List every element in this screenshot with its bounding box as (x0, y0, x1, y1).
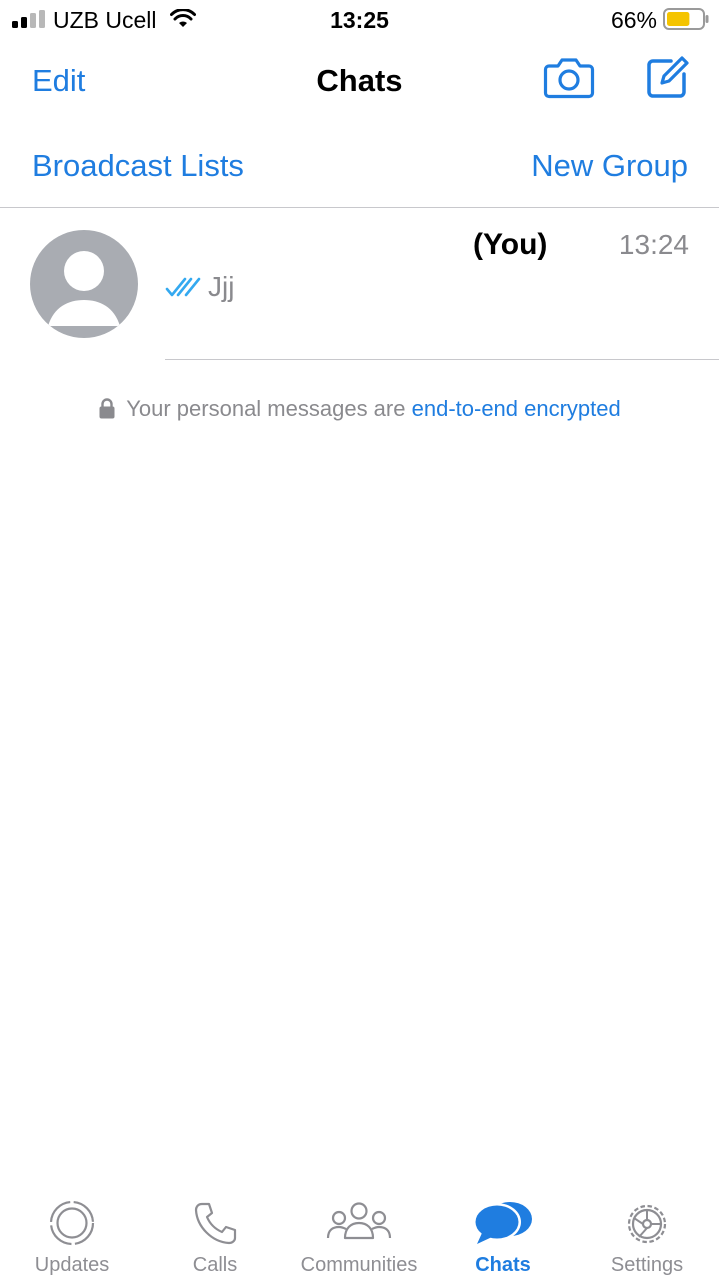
tab-chats[interactable]: Chats (431, 1190, 575, 1280)
divider (165, 359, 719, 360)
tab-label: Communities (300, 1254, 418, 1276)
tab-label: Updates (34, 1254, 110, 1276)
edit-button[interactable]: Edit (32, 63, 85, 99)
encryption-link[interactable]: end-to-end encrypted (412, 396, 621, 421)
default-avatar-icon (30, 230, 138, 338)
gear-icon (627, 1204, 667, 1244)
tab-label: Calls (192, 1254, 238, 1276)
battery-percent: 66% (610, 7, 657, 33)
tab-label: Chats (475, 1254, 531, 1276)
tab-updates[interactable]: Updates (0, 1190, 144, 1280)
phone-icon (194, 1202, 237, 1245)
tab-settings[interactable]: Settings (575, 1190, 719, 1280)
status-bar: UZB Ucell 13:25 66% (0, 0, 719, 40)
double-check-icon (165, 277, 201, 297)
camera-icon[interactable] (543, 56, 595, 100)
new-group-button[interactable]: New Group (531, 148, 688, 184)
broadcast-lists-button[interactable]: Broadcast Lists (32, 148, 244, 184)
encryption-notice: Your personal messages are end-to-end en… (0, 396, 719, 422)
chat-bubbles-icon (473, 1202, 532, 1244)
compose-icon[interactable] (643, 54, 691, 102)
battery-icon (663, 8, 709, 30)
tab-calls[interactable]: Calls (143, 1190, 287, 1280)
chat-timestamp: 13:24 (618, 229, 689, 260)
chat-actions-row: Broadcast Lists New Group (0, 140, 719, 208)
tab-label: Settings (610, 1254, 684, 1276)
lock-icon (99, 398, 115, 419)
tab-communities[interactable]: Communities (287, 1190, 431, 1280)
chat-list-item[interactable]: (You) 13:24 Jjj (0, 209, 719, 360)
nav-bar: Edit Chats (0, 50, 719, 110)
tab-bar: Updates Calls Communities Chats Settings (0, 1190, 719, 1280)
page-title: Chats (316, 63, 403, 98)
chat-message-preview: Jjj (208, 271, 235, 302)
encryption-text: Your personal messages are (126, 396, 406, 421)
chat-name: (You) (473, 228, 548, 261)
updates-icon (49, 1200, 95, 1246)
communities-icon (326, 1202, 392, 1240)
